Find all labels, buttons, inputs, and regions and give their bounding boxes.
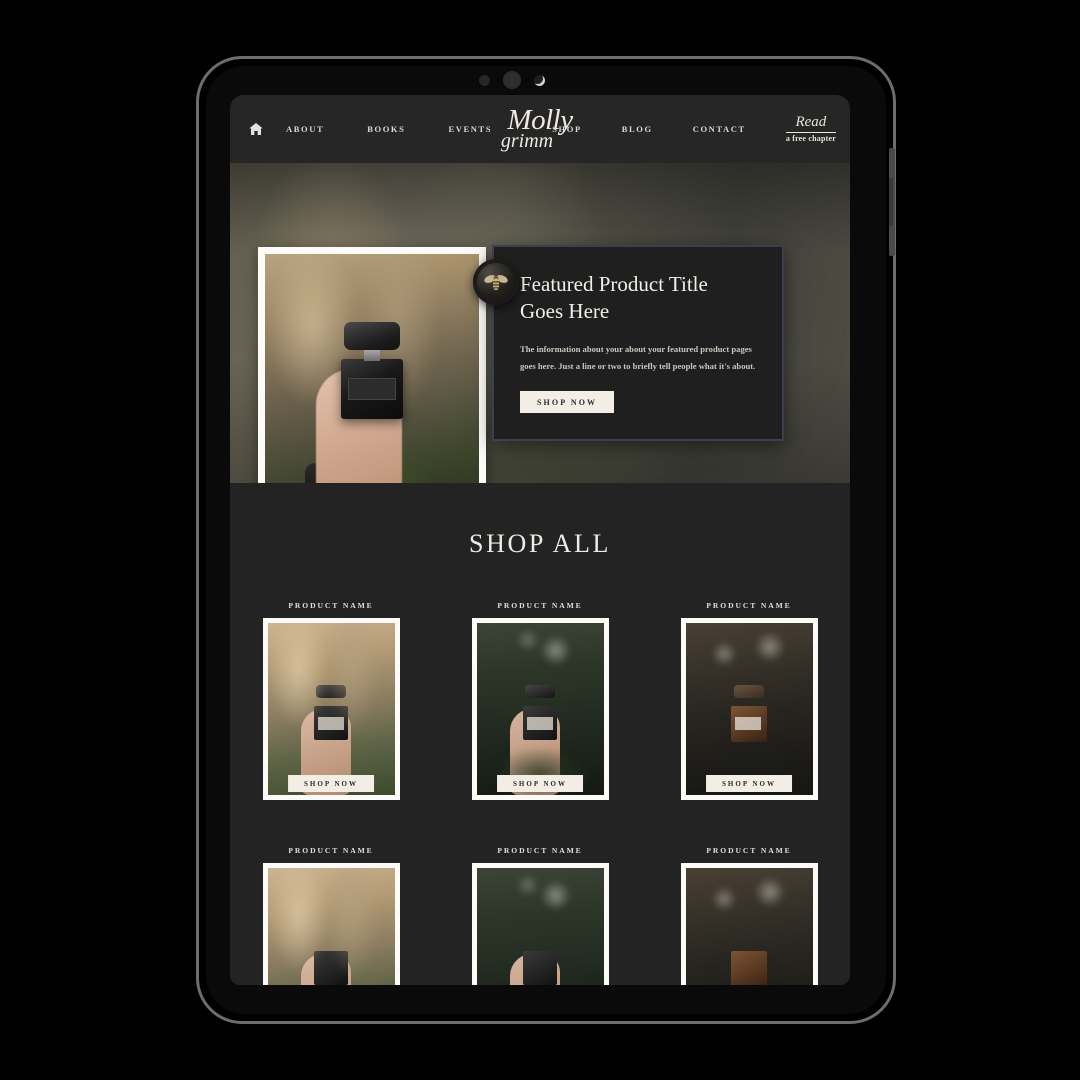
product-photo-frame — [262, 618, 400, 800]
nav-links-left: ABOUT BOOKS EVENTS — [286, 124, 492, 134]
product-name: PRODUCT NAME — [706, 846, 792, 855]
product-photo — [267, 868, 395, 985]
product-bottle-label — [735, 716, 761, 730]
hero-bottle-body — [341, 359, 403, 420]
product-photo-frame — [680, 618, 818, 800]
tablet-screen: ABOUT BOOKS EVENTS Molly grimm SHOP BLOG… — [230, 95, 850, 985]
product-bottle-cap — [734, 684, 764, 698]
product-card[interactable]: PRODUCT NAME — [680, 846, 818, 985]
sensor-dot-icon — [479, 75, 490, 86]
product-shop-now-button[interactable]: SHOP NOW — [497, 775, 583, 792]
hero-product-photo — [265, 254, 479, 483]
product-photo-frame — [471, 618, 609, 800]
product-card[interactable]: PRODUCT NAME SHOP NOW — [471, 601, 609, 800]
bee-icon — [484, 275, 508, 291]
product-grid-row-1: PRODUCT NAME SHOP NOW PRODUCT NAME SHOP … — [230, 601, 850, 800]
product-shop-now-button[interactable]: SHOP NOW — [288, 775, 374, 792]
product-photo — [685, 868, 813, 985]
product-bottle-label — [527, 716, 553, 730]
hero-product-photo-frame[interactable] — [258, 247, 486, 483]
product-name: PRODUCT NAME — [288, 846, 374, 855]
product-photo-frame — [262, 863, 400, 985]
product-photo-frame — [680, 863, 818, 985]
read-cta-subtitle: a free chapter — [785, 133, 836, 143]
nav-link-about[interactable]: ABOUT — [286, 124, 324, 134]
device-volume-button[interactable] — [889, 178, 893, 226]
product-name: PRODUCT NAME — [497, 601, 583, 610]
product-hand — [300, 954, 351, 985]
hero-description: The information about your about your fe… — [520, 343, 756, 372]
product-name: PRODUCT NAME — [288, 601, 374, 610]
read-free-chapter-cta[interactable]: Read a free chapter — [785, 114, 836, 143]
product-card[interactable]: PRODUCT NAME — [262, 846, 400, 985]
nav-link-shop[interactable]: SHOP — [552, 124, 582, 134]
hero-bottle-label — [348, 378, 396, 401]
product-photo — [267, 623, 395, 795]
product-bottle — [523, 705, 557, 740]
product-bottle — [314, 705, 348, 740]
product-bottle-cap — [316, 684, 346, 698]
product-bottle — [314, 950, 348, 985]
nav-links-right: SHOP BLOG CONTACT Read a free chapter — [552, 114, 836, 143]
product-bottle — [523, 950, 557, 985]
product-shop-now-button[interactable]: SHOP NOW — [706, 775, 792, 792]
home-icon[interactable] — [248, 121, 264, 137]
hero-content-panel: Featured Product Title Goes Here The inf… — [492, 245, 784, 441]
shop-all-heading: SHOP ALL — [469, 529, 611, 558]
speaker-icon — [503, 71, 521, 89]
product-bottle-label — [318, 716, 344, 730]
hero-shop-now-button[interactable]: SHOP NOW — [520, 391, 615, 414]
camera-icon — [534, 75, 545, 86]
product-photo — [685, 623, 813, 795]
product-name: PRODUCT NAME — [497, 846, 583, 855]
hero-section: Featured Product Title Goes Here The inf… — [230, 163, 850, 483]
nav-link-contact[interactable]: CONTACT — [693, 124, 746, 134]
site-navigation: ABOUT BOOKS EVENTS Molly grimm SHOP BLOG… — [230, 95, 850, 163]
product-bottle-cap — [525, 684, 555, 698]
product-bottle — [731, 705, 767, 742]
hero-bottle-cap — [344, 321, 400, 350]
nav-link-books[interactable]: BOOKS — [367, 124, 405, 134]
product-card[interactable]: PRODUCT NAME SHOP NOW — [262, 601, 400, 800]
product-photo-frame — [471, 863, 609, 985]
hero-title: Featured Product Title Goes Here — [520, 272, 708, 323]
product-photo — [476, 868, 604, 985]
product-grid-row-2: PRODUCT NAME PRODUCT NAME PRODUCT NAME — [230, 846, 850, 985]
nav-link-blog[interactable]: BLOG — [622, 124, 653, 134]
bee-seal-medallion — [473, 259, 519, 305]
nav-link-events[interactable]: EVENTS — [448, 124, 492, 134]
product-photo — [476, 623, 604, 795]
product-card[interactable]: PRODUCT NAME SHOP NOW — [680, 601, 818, 800]
read-cta-word: Read — [785, 114, 836, 133]
product-hand — [509, 954, 560, 985]
shop-all-section: SHOP ALL PRODUCT NAME SHOP NOW PRODUCT N — [230, 483, 850, 985]
product-bottle — [731, 950, 767, 985]
product-card[interactable]: PRODUCT NAME — [471, 846, 609, 985]
product-name: PRODUCT NAME — [706, 601, 792, 610]
